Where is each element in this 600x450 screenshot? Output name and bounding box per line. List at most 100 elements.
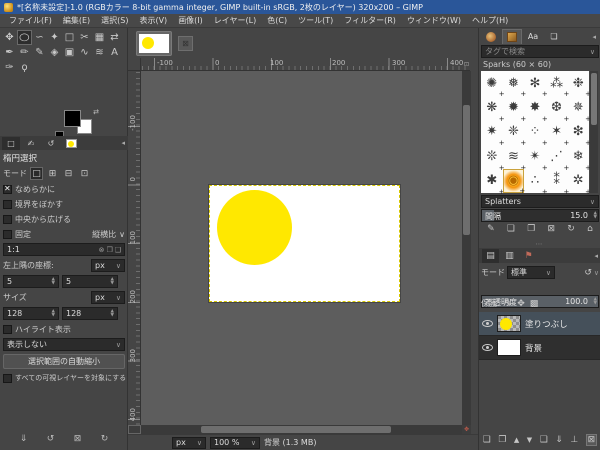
brush-item[interactable]: ✸ [524,95,548,123]
raise-layer-icon[interactable]: ▲ [514,436,519,444]
text-tool[interactable]: A [107,45,122,60]
edit-brush-icon[interactable]: ✎ [487,224,495,234]
reset-mode-icon[interactable]: ↺ [584,268,592,278]
pencil-tool[interactable]: ✏ [17,45,32,60]
tab-paths[interactable]: ⚑ [520,249,537,263]
lower-layer-icon[interactable]: ▼ [527,436,532,444]
fuzzy-select-tool[interactable]: ✦ [47,30,62,45]
auto-shrink-button[interactable]: 選択範囲の自動縮小 [3,354,125,369]
dock-collapse-icon[interactable]: ◂ [594,252,598,260]
dock-collapse-icon[interactable]: ◂ [592,33,596,41]
mode-intersect-button[interactable]: ⊡ [78,167,91,180]
feather-checkbox[interactable] [3,199,12,209]
layer-row-fill[interactable]: 塗りつぶし [479,312,600,336]
menu-image[interactable]: 画像(I) [173,14,208,27]
brush-item[interactable]: ❆ [546,95,569,123]
image-tab[interactable] [136,31,172,56]
brush-grid-scrollbar[interactable] [590,71,598,193]
new-layer-icon[interactable]: ❏ [483,435,491,445]
brush-tag-entry[interactable]: Splatters ∨ [481,195,599,208]
visibility-eye-icon[interactable] [482,320,493,327]
delete-layer-icon[interactable]: ⊠ [585,434,598,446]
tab-layers[interactable]: ▤ [482,248,499,263]
brush-item[interactable]: ✹ [503,95,526,123]
dashboard-button[interactable]: ⊠ [178,36,193,51]
navigation-button[interactable]: ✥ [462,425,471,434]
layer-name[interactable]: 塗りつぶし [525,318,568,330]
brush-item[interactable]: ❉ [567,71,591,99]
mode-subtract-button[interactable]: ⊟ [62,167,75,180]
ratio-input[interactable]: 1:1 ⊗ ❒ ❑ [3,243,125,256]
spinner-icon[interactable] [111,310,114,318]
brush-item[interactable]: ❋ [481,95,504,123]
horizontal-scrollbar-thumb[interactable] [201,426,391,433]
highlight-checkbox[interactable] [3,324,12,334]
brush-item[interactable]: ✺ [481,71,504,99]
brush-item[interactable]: ⁑ [546,169,569,196]
brush-item[interactable]: ✱ [481,169,504,196]
menu-select[interactable]: 選択(S) [96,14,133,27]
expand-center-checkbox[interactable] [3,214,12,224]
brush-item[interactable]: ✻ [524,71,548,99]
brush-item[interactable]: ❄ [567,144,591,172]
ink-tool[interactable]: ✒ [2,45,17,60]
position-y-input[interactable]: 5 [62,275,118,288]
blend-space-chevron-icon[interactable]: ∨ [594,269,599,277]
brush-item[interactable]: ✷ [481,120,504,147]
position-x-input[interactable]: 5 [3,275,59,288]
brush-item[interactable]: ✲ [567,169,591,196]
move-tool[interactable]: ✥ [2,30,17,45]
portrait-icon[interactable]: ❒ [106,246,112,254]
canvas-viewport[interactable] [141,71,462,425]
duplicate-layer-icon[interactable]: ❑ [540,435,548,445]
brush-item[interactable]: ≋ [503,144,526,172]
unified-transform-tool[interactable]: ▦ [92,30,107,45]
position-unit-dropdown[interactable]: px ∨ [91,259,125,272]
clear-icon[interactable]: ⊗ [99,246,105,254]
shrink-merged-checkbox[interactable] [3,373,12,383]
swap-colors-icon[interactable]: ⇄ [93,108,99,116]
color-picker-tool[interactable]: ✑ [2,60,17,75]
landscape-icon[interactable]: ❑ [115,246,121,254]
brush-item[interactable]: ✴ [524,144,548,172]
ellipse-select-tool[interactable]: ○ [17,30,32,45]
tab-fonts[interactable]: Aa [523,29,543,44]
new-group-icon[interactable]: ❐ [498,435,506,445]
menu-tools[interactable]: ツール(T) [293,14,338,27]
brush-item[interactable]: ∴ [524,169,548,196]
brush-grid-scrollbar-thumb[interactable] [591,73,597,125]
delete-preset-icon[interactable]: ⊠ [74,434,82,444]
layer-mode-dropdown[interactable]: 標準 ∨ [507,266,555,279]
spinner-icon[interactable] [594,212,597,220]
tab-tool-options[interactable]: □ [2,136,20,150]
paintbrush-tool[interactable]: ✎ [32,45,47,60]
dock-collapse-icon[interactable]: ◂ [121,139,125,147]
brush-item[interactable]: ❅ [503,71,526,99]
dock-splitter[interactable]: ⋯ [479,240,600,248]
merge-layer-icon[interactable]: ⇓ [555,435,563,445]
layer-row-background[interactable]: 背景 [479,336,600,360]
brush-item[interactable]: ⁘ [524,120,548,147]
reset-options-icon[interactable]: ↻ [101,434,109,444]
menu-filters[interactable]: フィルター(R) [339,14,401,27]
spinner-icon[interactable] [52,310,55,318]
tab-channels[interactable]: ▥ [501,249,518,263]
size-width-input[interactable]: 128 [3,307,59,320]
save-preset-icon[interactable]: ⇓ [20,434,28,444]
brush-item[interactable]: ⁂ [546,71,569,99]
size-height-input[interactable]: 128 [62,307,118,320]
titlebar[interactable]: *[名称未設定]-1.0 (RGBカラー 8-bit gamma integer… [0,0,600,14]
brush-tag-filter[interactable]: タグで検索 ∨ [481,45,599,58]
mode-add-button[interactable]: ⊞ [46,167,59,180]
lock-position-icon[interactable]: ✥ [517,299,525,309]
open-brush-icon[interactable]: ⌂ [587,224,593,234]
rectangle-select-tool[interactable]: □ [62,30,77,45]
brush-item[interactable]: ✶ [546,120,569,147]
size-unit-dropdown[interactable]: px ∨ [91,291,125,304]
spinner-icon[interactable] [52,278,55,286]
tab-brushes[interactable] [481,29,501,44]
menu-file[interactable]: ファイル(F) [4,14,57,27]
fixed-value-dropdown[interactable]: 縦横比 [92,229,116,240]
menu-help[interactable]: ヘルプ(H) [467,14,513,27]
eraser-tool[interactable]: ◈ [47,45,62,60]
